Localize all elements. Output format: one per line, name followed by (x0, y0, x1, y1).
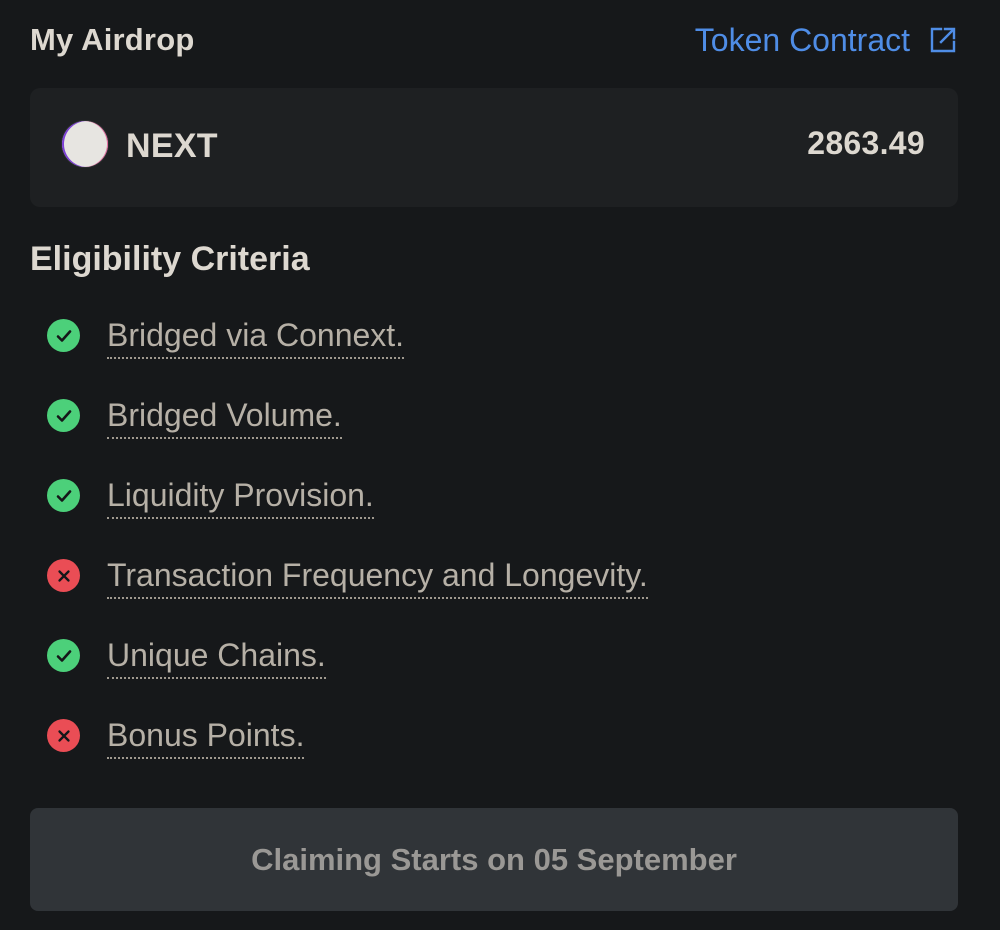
eligibility-item-bonus-points[interactable]: Bonus Points. (47, 713, 648, 793)
page-title: My Airdrop (30, 22, 195, 57)
eligibility-item-unique-chains[interactable]: Unique Chains. (47, 633, 648, 713)
checkmark-icon (47, 399, 80, 432)
eligibility-list: Bridged via Connext. Bridged Volume. Liq… (47, 313, 648, 793)
criteria-label[interactable]: Unique Chains. (107, 633, 326, 679)
token-contract-label: Token Contract (694, 21, 910, 58)
checkmark-icon (47, 639, 80, 672)
criteria-label[interactable]: Bonus Points. (107, 713, 305, 759)
x-icon (47, 559, 80, 592)
criteria-label[interactable]: Bridged via Connext. (107, 313, 405, 359)
checkmark-icon (47, 319, 80, 352)
criteria-label[interactable]: Transaction Frequency and Longevity. (107, 553, 648, 599)
token-amount: 2863.49 (807, 125, 925, 161)
token-contract-link[interactable]: Token Contract (695, 22, 958, 59)
eligibility-title: Eligibility Criteria (30, 240, 310, 278)
token-logo (62, 121, 108, 167)
eligibility-item-bridged-volume[interactable]: Bridged Volume. (47, 393, 648, 473)
x-icon (47, 719, 80, 752)
checkmark-icon (47, 479, 80, 512)
token-card: NEXT 2863.49 (30, 88, 958, 207)
eligibility-item-bridged-via-connext[interactable]: Bridged via Connext. (47, 313, 648, 393)
external-link-icon (928, 25, 958, 55)
eligibility-item-liquidity-provision[interactable]: Liquidity Provision. (47, 473, 648, 553)
airdrop-header: My Airdrop Token Contract (30, 18, 958, 62)
claim-button[interactable]: Claiming Starts on 05 September (30, 808, 958, 911)
eligibility-item-transaction-frequency[interactable]: Transaction Frequency and Longevity. (47, 553, 648, 633)
criteria-label[interactable]: Liquidity Provision. (107, 473, 374, 519)
criteria-label[interactable]: Bridged Volume. (107, 393, 342, 439)
token-symbol: NEXT (126, 127, 218, 165)
